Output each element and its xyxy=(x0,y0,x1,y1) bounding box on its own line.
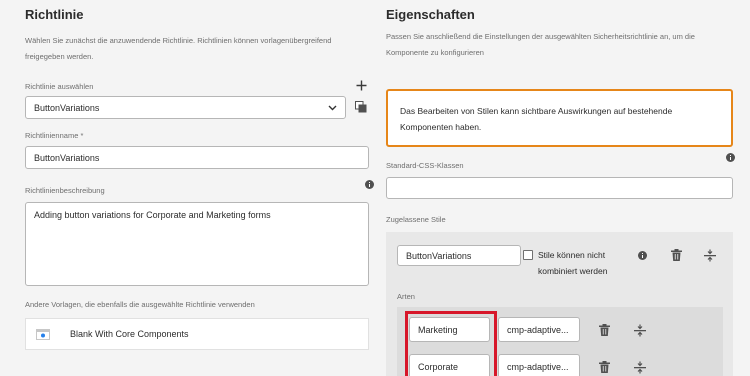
info-icon[interactable] xyxy=(636,249,648,261)
policy-name-input[interactable]: ButtonVariations xyxy=(25,146,369,169)
css-classes-input[interactable] xyxy=(386,177,733,199)
delete-icon[interactable] xyxy=(669,248,683,262)
other-templates-label: Andere Vorlagen, die ebenfalls die ausge… xyxy=(25,300,255,309)
policy-description: Wählen Sie zunächst die anzuwendende Ric… xyxy=(25,36,332,61)
chevron-down-icon xyxy=(328,105,337,111)
delete-icon[interactable] xyxy=(597,323,611,337)
info-icon[interactable] xyxy=(724,151,736,163)
policy-name-label: Richtlinienname * xyxy=(25,131,84,140)
template-list-item[interactable]: Blank With Core Components xyxy=(25,318,369,350)
style-group-name-input[interactable]: ButtonVariations xyxy=(397,245,521,266)
template-icon xyxy=(35,327,51,341)
drag-handle-icon[interactable] xyxy=(633,360,647,374)
policy-select-label: Richtlinie auswählen xyxy=(25,82,94,91)
allowed-styles-label: Zugelassene Stile xyxy=(386,215,446,224)
highlight-box xyxy=(405,311,497,376)
drag-handle-icon[interactable] xyxy=(633,323,647,337)
drag-handle-icon[interactable] xyxy=(703,248,717,262)
copy-icon[interactable] xyxy=(354,100,368,114)
add-icon[interactable] xyxy=(354,78,368,92)
policy-select-value: ButtonVariations xyxy=(34,102,100,113)
type-class-input[interactable]: cmp-adaptive... xyxy=(498,317,580,342)
template-item-label: Blank With Core Components xyxy=(70,329,189,339)
type-class-input[interactable]: cmp-adaptive... xyxy=(498,354,580,376)
types-label: Arten xyxy=(397,292,415,301)
policy-description-value: Adding button variations for Corporate a… xyxy=(34,210,271,220)
css-classes-label: Standard-CSS-Klassen xyxy=(386,161,464,170)
no-combine-label: Stile können nicht kombiniert werden xyxy=(538,250,608,276)
no-combine-checkbox[interactable] xyxy=(523,250,533,260)
policy-description-label: Richtlinienbeschreibung xyxy=(25,186,105,195)
properties-description: Passen Sie anschließend die Einstellunge… xyxy=(386,32,695,57)
policy-description-textarea[interactable]: Adding button variations for Corporate a… xyxy=(25,202,369,286)
policy-heading: Richtlinie xyxy=(25,7,84,22)
properties-heading: Eigenschaften xyxy=(386,7,475,22)
delete-icon[interactable] xyxy=(597,360,611,374)
warning-text: Das Bearbeiten von Stilen kann sichtbare… xyxy=(400,106,673,132)
styles-warning-alert: Das Bearbeiten von Stilen kann sichtbare… xyxy=(386,89,733,147)
policy-select[interactable]: ButtonVariations xyxy=(25,96,346,119)
info-icon[interactable] xyxy=(363,178,375,190)
